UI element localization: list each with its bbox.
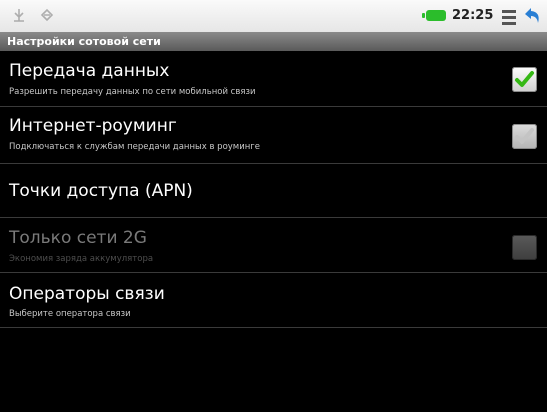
status-clock: 22:25 (452, 8, 494, 23)
status-bar: 22:25 (0, 0, 547, 32)
setting-internet-roaming[interactable]: Интернет-роуминг Подключаться к службам … (0, 108, 547, 164)
debug-icon (40, 8, 54, 22)
setting-title: Только сети 2G (9, 228, 147, 248)
page-title: Настройки сотовой сети (0, 32, 547, 51)
setting-summary: Подключаться к службам передачи данных в… (9, 142, 260, 152)
setting-summary: Разрешить передачу данных по сети мобиль… (9, 87, 256, 97)
setting-summary: Экономия заряда аккумулятора (9, 254, 154, 264)
menu-icon[interactable] (502, 10, 516, 28)
checkmark-icon (515, 71, 534, 87)
setting-title: Операторы связи (9, 284, 165, 304)
setting-network-operators[interactable]: Операторы связи Выберите оператора связи (0, 274, 547, 328)
setting-title: Передача данных (9, 61, 170, 81)
battery-icon (422, 10, 446, 21)
setting-2g-only: Только сети 2G Экономия заряда аккумулят… (0, 219, 547, 273)
setting-title: Точки доступа (APN) (9, 181, 193, 201)
setting-summary: Выберите оператора связи (9, 309, 131, 319)
back-icon[interactable] (524, 6, 542, 26)
2g-only-checkbox (512, 235, 537, 260)
data-transfer-checkbox[interactable] (512, 67, 537, 92)
roaming-checkbox[interactable] (512, 124, 537, 149)
setting-data-transfer[interactable]: Передача данных Разрешить передачу данны… (0, 51, 547, 107)
setting-title: Интернет-роуминг (9, 116, 177, 136)
setting-access-points[interactable]: Точки доступа (APN) (0, 165, 547, 218)
usb-icon (14, 9, 24, 22)
checkmark-icon (515, 128, 534, 144)
